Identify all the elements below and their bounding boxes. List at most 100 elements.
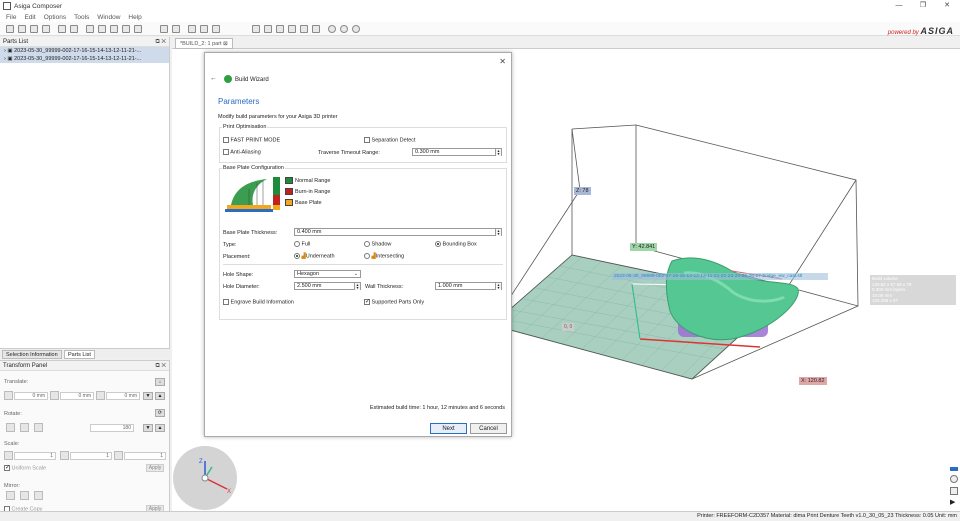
cancel-button[interactable]: Cancel [470,423,507,434]
hole-diameter-input[interactable]: 2.500 mm ▴ ▾ [294,282,361,290]
scale-z-input[interactable]: 1 [124,452,166,460]
pan-view-icon[interactable] [950,487,958,495]
supported-only-checkbox[interactable] [364,299,370,305]
translate-x-input[interactable]: 0 mm [14,392,48,400]
menu-help[interactable]: Help [128,14,141,21]
rotate-x-icon[interactable] [6,423,15,432]
type-shadow-radio[interactable] [364,241,370,247]
maximize-button[interactable]: ❐ [912,0,934,12]
type-bounding-box-radio[interactable] [435,241,441,247]
type-full-option[interactable]: Full [294,241,310,247]
mirror-z-icon[interactable] [34,491,43,500]
traverse-spin-icon[interactable]: ▴ ▾ [495,149,501,156]
type-shadow-option[interactable]: Shadow [364,241,391,247]
base-plate-spin-icon[interactable]: ▴ ▾ [495,229,501,236]
menu-edit[interactable]: Edit [24,14,35,21]
type-bounding-box-option[interactable]: Bounding Box [435,241,477,247]
menu-window[interactable]: Window [97,14,120,21]
info-icon[interactable] [134,25,142,33]
mirror-y-icon[interactable] [20,491,29,500]
camera-icon[interactable] [312,25,320,33]
hole-shape-select[interactable]: Hexagon ⌄ [294,270,361,278]
mirror-x-icon[interactable] [6,491,15,500]
open-icon[interactable] [18,25,26,33]
close-window-button[interactable]: ✕ [936,0,958,12]
type-full-radio[interactable] [294,241,300,247]
supported-only-option[interactable]: Supported Parts Only [364,299,424,305]
translate-y-input[interactable]: 0 mm [60,392,94,400]
tab-build[interactable]: *BUILD_2: 1 part ⊠ [175,38,233,49]
fast-print-option[interactable]: FAST PRINT MODE [223,137,280,143]
part-row[interactable]: › ▣ 2023-05-30_99999-002-17-16-15-14-13-… [0,55,169,63]
zoom-in-icon[interactable] [328,25,336,33]
panel-float-close-icon[interactable]: ⧉ ✕ [155,361,166,371]
view-iso-icon[interactable] [252,25,260,33]
traverse-timeout-input[interactable]: 0.300 mm ▴ ▾ [412,148,502,156]
zoom-fit-icon[interactable] [352,25,360,33]
wall-thickness-spin-icon[interactable]: ▴ ▾ [495,283,501,290]
placement-intersecting-radio[interactable] [364,253,370,259]
print-icon[interactable] [58,25,66,33]
uniform-scale-option[interactable]: Uniform Scale [4,465,46,471]
hole-diameter-spin-icon[interactable]: ▴ ▾ [354,283,360,290]
repair-icon[interactable] [98,25,106,33]
close-tab-icon[interactable]: ⊠ [223,41,228,47]
uniform-scale-checkbox[interactable] [4,465,10,471]
play-icon[interactable]: ▶ [950,499,958,507]
translate-z-input[interactable]: 0 mm [106,392,140,400]
placement-underneath-option[interactable]: ▟Underneath [294,253,335,259]
redo-icon[interactable] [172,25,180,33]
rotate-up-button[interactable]: ▲ [155,424,165,432]
separation-detect-checkbox[interactable] [364,137,370,143]
placement-intersecting-option[interactable]: ▟Intersecting [364,253,404,259]
layout-icon[interactable] [122,25,130,33]
translate-apply-icon[interactable]: ↓ [155,378,165,386]
orientation-widget[interactable]: Z X [172,445,238,511]
view-top-icon[interactable] [276,25,284,33]
zoom-out-icon[interactable] [340,25,348,33]
undo-icon[interactable] [160,25,168,33]
view-bottom-icon[interactable] [300,25,308,33]
grid-icon[interactable] [212,25,220,33]
engrave-option[interactable]: Engrave Build Information [223,299,294,305]
panel-float-close-icon[interactable]: ⧉ ✕ [155,37,166,47]
menu-tools[interactable]: Tools [74,14,89,21]
rotate-down-button[interactable]: ▼ [143,424,153,432]
rotate-input[interactable]: 180 [90,424,134,432]
slice-icon[interactable] [70,25,78,33]
base-plate-thickness-input[interactable]: 0.400 mm ▴ ▾ [294,228,502,236]
back-arrow-icon[interactable]: ← [210,75,217,82]
fast-print-checkbox[interactable] [223,137,229,143]
new-icon[interactable] [6,25,14,33]
view-front-icon[interactable] [264,25,272,33]
engrave-checkbox[interactable] [223,299,229,305]
save-icon[interactable] [30,25,38,33]
support-icon[interactable] [86,25,94,33]
menu-file[interactable]: File [6,14,16,21]
rotate-z-icon[interactable] [34,423,43,432]
scale-apply-button[interactable]: Apply [146,464,164,472]
placement-underneath-radio[interactable] [294,253,300,259]
menu-options[interactable]: Options [44,14,66,21]
next-button[interactable]: Next [430,423,467,434]
translate-down-button[interactable]: ▼ [143,392,153,400]
rotate-view-icon[interactable] [950,475,958,483]
dialog-close-icon[interactable]: ✕ [499,57,506,66]
translate-up-button[interactable]: ▲ [155,392,165,400]
tab-parts-list[interactable]: Parts List [64,350,95,359]
rotate-y-icon[interactable] [20,423,29,432]
minimize-button[interactable]: — [888,0,910,12]
scale-x-input[interactable]: 1 [14,452,56,460]
scale-y-input[interactable]: 1 [70,452,112,460]
wall-thickness-input[interactable]: 1.000 mm ▴ ▾ [435,282,502,290]
settings-icon[interactable] [110,25,118,33]
view-side-icon[interactable] [288,25,296,33]
anti-aliasing-option[interactable]: Anti-Aliasing [223,149,261,155]
part-row[interactable]: › ▣ 2023-05-30_99999-002-17-16-15-14-13-… [0,47,169,55]
rotate-reset-icon[interactable]: ⟳ [155,409,165,417]
separation-detect-option[interactable]: Separation Detect [364,137,416,143]
cut-icon[interactable] [188,25,196,33]
anti-aliasing-checkbox[interactable] [223,149,229,155]
tab-selection-information[interactable]: Selection Information [2,350,62,359]
import-icon[interactable] [42,25,50,33]
